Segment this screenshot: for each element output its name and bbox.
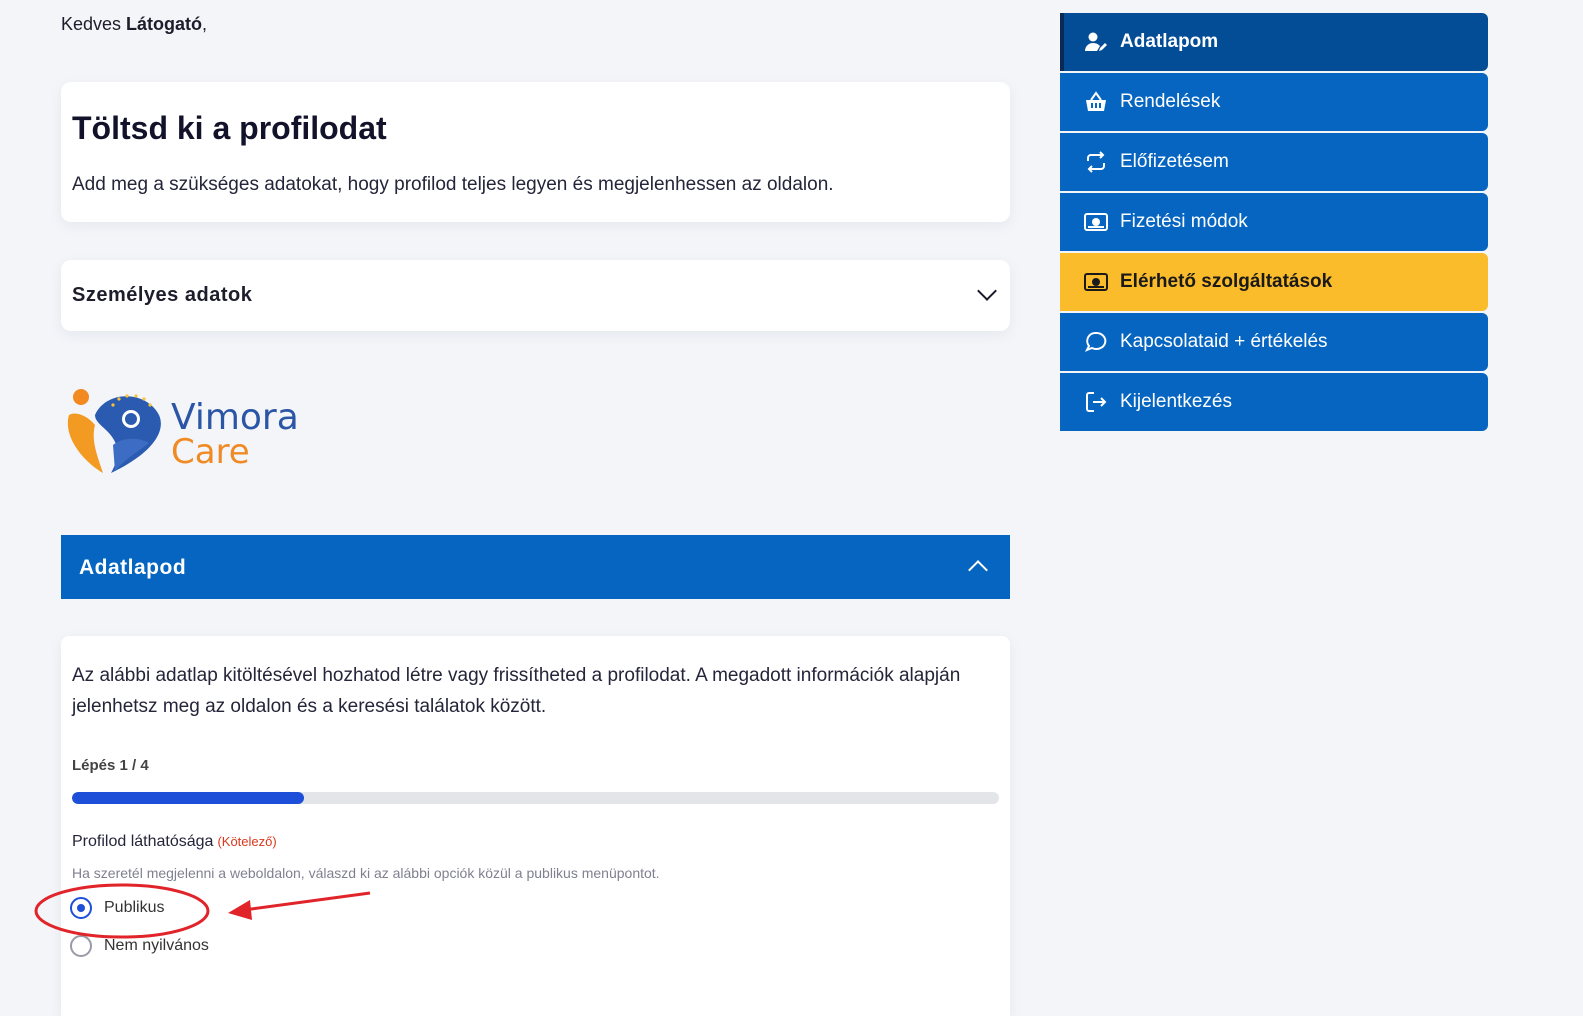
basket-icon xyxy=(1084,90,1108,114)
sidebar-item-rendelesek[interactable]: Rendelések xyxy=(1060,73,1488,131)
sidebar-item-elofizetesem[interactable]: Előfizetésem xyxy=(1060,133,1488,191)
visibility-help-text: Ha szeretél megjelenni a weboldalon, vál… xyxy=(72,865,660,881)
profile-accordion-title: Adatlapod xyxy=(79,556,187,579)
sidebar-item-kapcsolataid[interactable]: Kapcsolataid + értékelés xyxy=(1060,313,1488,371)
visitor-name: Látogató xyxy=(126,14,203,34)
progress-bar xyxy=(72,792,999,804)
profile-form-card: Az alábbi adatlap kitöltésével hozhatod … xyxy=(61,636,1010,1016)
radio-option-private[interactable]: Nem nyilvános xyxy=(70,935,209,957)
radio-public-label: Publikus xyxy=(104,899,165,916)
money-icon xyxy=(1084,270,1108,294)
user-edit-icon xyxy=(1084,30,1108,54)
intro-text: Add meg a szükséges adatokat, hogy profi… xyxy=(72,174,834,195)
required-badge: (Kötelező) xyxy=(217,834,277,849)
progress-fill xyxy=(72,792,304,804)
sidebar-item-fizetesi-modok[interactable]: Fizetési módok xyxy=(1060,193,1488,251)
sidebar-item-label: Fizetési módok xyxy=(1120,211,1248,232)
money-icon xyxy=(1084,210,1108,234)
sidebar-item-adatlapom[interactable]: Adatlapom xyxy=(1060,13,1488,71)
sidebar-item-kijelentkezes[interactable]: Kijelentkezés xyxy=(1060,373,1488,431)
vimora-care-logo: Vimora Care xyxy=(61,385,301,480)
personal-data-title: Személyes adatok xyxy=(72,284,253,306)
heart-logo-icon xyxy=(67,389,161,473)
logout-icon xyxy=(1084,390,1108,414)
radio-public[interactable] xyxy=(70,897,92,919)
greeting: Kedves Látogató, xyxy=(61,14,208,34)
intro-card: Töltsd ki a profilodat Add meg a szükség… xyxy=(61,82,1010,222)
chevron-up-icon[interactable] xyxy=(968,560,988,580)
visibility-label: Profilod láthatósága (Kötelező) xyxy=(72,833,277,850)
form-description: Az alábbi adatlap kitöltésével hozhatod … xyxy=(72,665,961,717)
sidebar-item-elerheto-szolgaltatasok[interactable]: Elérhető szolgáltatások xyxy=(1060,253,1488,311)
profile-accordion-header[interactable]: Adatlapod xyxy=(61,535,1010,599)
repeat-icon xyxy=(1084,150,1108,174)
radio-private-label: Nem nyilvános xyxy=(104,937,209,954)
radio-private[interactable] xyxy=(70,935,92,957)
radio-option-public[interactable]: Publikus xyxy=(70,897,164,919)
personal-data-accordion[interactable]: Személyes adatok xyxy=(61,260,1010,331)
chat-icon xyxy=(1084,330,1108,354)
logo-wordmark-care: Care xyxy=(171,432,250,472)
sidebar-item-label: Kijelentkezés xyxy=(1120,391,1232,412)
account-sidebar: Adatlapom Rendelések Előfizetésem Fizeté… xyxy=(1060,13,1488,433)
step-indicator: Lépés 1 / 4 xyxy=(72,757,149,774)
sidebar-item-label: Előfizetésem xyxy=(1120,151,1229,172)
sidebar-item-label: Adatlapom xyxy=(1120,31,1219,52)
sidebar-item-label: Elérhető szolgáltatások xyxy=(1120,271,1333,292)
sidebar-item-label: Kapcsolataid + értékelés xyxy=(1120,331,1328,352)
page-title: Töltsd ki a profilodat xyxy=(72,110,387,146)
chevron-down-icon[interactable] xyxy=(977,281,997,301)
sidebar-item-label: Rendelések xyxy=(1120,91,1221,112)
